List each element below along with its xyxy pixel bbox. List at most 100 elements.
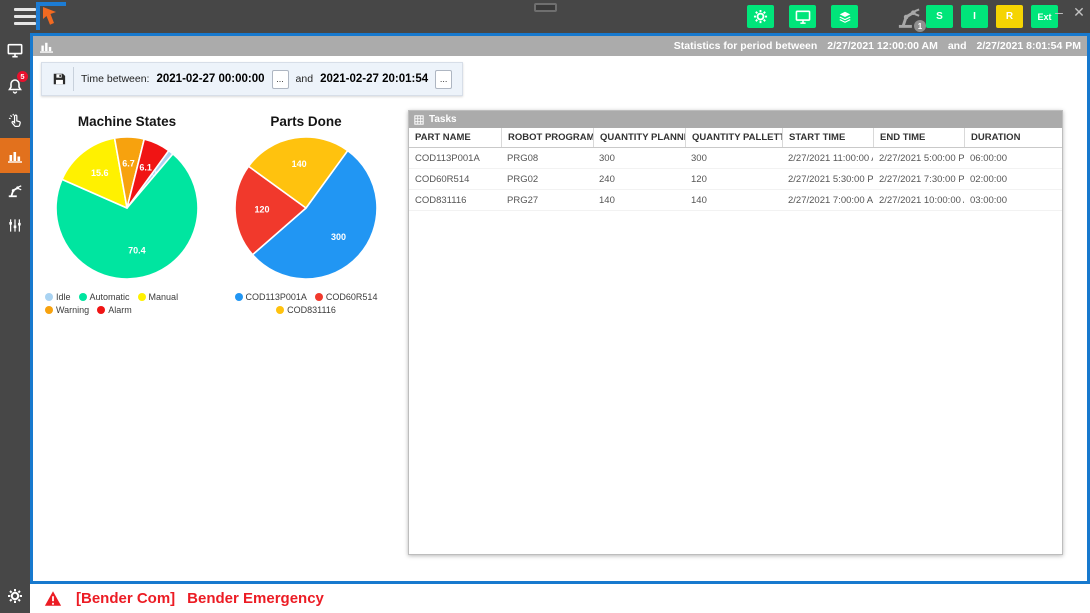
legend-dot bbox=[315, 293, 323, 301]
table-row[interactable]: COD60R514PRG022401202/27/2021 5:30:00 PM… bbox=[409, 169, 1062, 190]
legend-item-COD831116: COD831116 bbox=[276, 305, 336, 315]
sidebar-item-manual-control[interactable] bbox=[0, 103, 30, 138]
table-row[interactable]: COD113P001APRG083003002/27/2021 11:00:00… bbox=[409, 148, 1062, 169]
table-cell: 300 bbox=[593, 148, 685, 168]
sidebar-item-monitor[interactable] bbox=[0, 33, 30, 68]
robot-arm-icon bbox=[7, 183, 23, 198]
minimize-button[interactable]: – bbox=[1050, 2, 1068, 22]
column-header[interactable]: DURATION bbox=[964, 128, 1062, 147]
bar-chart-icon bbox=[39, 40, 54, 53]
legend-label: COD113P001A bbox=[246, 292, 307, 302]
column-header[interactable]: PART NAME bbox=[409, 128, 501, 147]
machine-states-chart: Machine States 1.270.415.66.76.1 IdleAut… bbox=[39, 114, 215, 315]
legend-dot bbox=[235, 293, 243, 301]
table-cell: 300 bbox=[685, 148, 782, 168]
pie-slice-label: 70.4 bbox=[128, 245, 146, 255]
menu-icon[interactable] bbox=[14, 8, 36, 25]
touch-icon bbox=[8, 113, 23, 128]
column-header[interactable]: QUANTITY PALLETTIZED bbox=[685, 128, 782, 147]
column-header[interactable]: START TIME bbox=[782, 128, 873, 147]
table-cell: COD60R514 bbox=[409, 169, 501, 189]
legend-dot bbox=[97, 306, 105, 314]
mode-i-button[interactable]: I bbox=[961, 5, 988, 28]
end-time-field[interactable]: 2021-02-27 20:01:54 bbox=[320, 73, 428, 85]
parts-done-chart: Parts Done 300120140 COD113P001ACOD60R51… bbox=[215, 114, 397, 315]
legend-dot bbox=[45, 293, 53, 301]
start-time-field[interactable]: 2021-02-27 00:00:00 bbox=[156, 73, 264, 85]
settings-button[interactable] bbox=[747, 5, 774, 28]
legend-item-Manual: Manual bbox=[138, 292, 179, 302]
bar-chart-icon bbox=[7, 149, 23, 163]
sidebar-item-alerts[interactable]: 5 bbox=[0, 68, 30, 103]
data-button[interactable] bbox=[831, 5, 858, 28]
table-cell: 240 bbox=[593, 169, 685, 189]
sidebar-settings-button[interactable] bbox=[0, 584, 30, 608]
time-between-label: Time between: bbox=[81, 73, 149, 85]
machine-states-legend: IdleAutomaticManualWarningAlarm bbox=[39, 292, 215, 315]
table-cell: 2/27/2021 5:00:00 PM bbox=[873, 148, 964, 168]
alarm-source: [Bender Com] bbox=[76, 590, 175, 607]
warning-triangle-icon bbox=[44, 590, 62, 607]
table-cell: 2/27/2021 7:30:00 PM bbox=[873, 169, 964, 189]
tasks-panel-header: Tasks bbox=[409, 111, 1062, 128]
parts-done-pie: 300120140 bbox=[231, 133, 381, 288]
table-cell: COD831116 bbox=[409, 190, 501, 210]
legend-dot bbox=[138, 293, 146, 301]
table-cell: 2/27/2021 10:00:00 AM bbox=[873, 190, 964, 210]
sidebar-item-parameters[interactable] bbox=[0, 208, 30, 243]
table-cell: PRG08 bbox=[501, 148, 593, 168]
chart-title: Parts Done bbox=[270, 114, 341, 129]
sidebar-item-statistics[interactable] bbox=[0, 138, 30, 173]
table-cell: 120 bbox=[685, 169, 782, 189]
tasks-table-body: COD113P001APRG083003002/27/2021 11:00:00… bbox=[409, 148, 1062, 211]
column-header[interactable]: END TIME bbox=[873, 128, 964, 147]
time-range-toolbar: Time between: 2021-02-27 00:00:00 ... an… bbox=[41, 62, 463, 96]
legend-label: Warning bbox=[56, 305, 89, 315]
monitor-icon bbox=[7, 43, 23, 58]
close-button[interactable]: ✕ bbox=[1070, 2, 1088, 22]
sidebar-item-robot[interactable] bbox=[0, 173, 30, 208]
table-row[interactable]: COD831116PRG271401402/27/2021 7:00:00 AM… bbox=[409, 190, 1062, 211]
legend-label: COD831116 bbox=[287, 305, 336, 315]
title-bar: 1 S I R Ext – ✕ bbox=[0, 0, 1090, 33]
app-logo-icon bbox=[36, 2, 66, 35]
end-time-picker-button[interactable]: ... bbox=[435, 70, 452, 89]
pie-slice-label: 6.7 bbox=[122, 158, 135, 168]
table-cell: 2/27/2021 7:00:00 AM bbox=[782, 190, 873, 210]
gear-icon bbox=[7, 588, 23, 604]
tasks-panel: Tasks PART NAMEROBOT PROGRAMQUANTITY PLA… bbox=[408, 110, 1063, 555]
table-cell: 03:00:00 bbox=[964, 190, 1062, 210]
start-time-picker-button[interactable]: ... bbox=[272, 70, 289, 89]
tasks-table-header-row: PART NAMEROBOT PROGRAMQUANTITY PLANNEDQU… bbox=[409, 128, 1062, 148]
column-header[interactable]: ROBOT PROGRAM bbox=[501, 128, 593, 147]
table-cell: PRG27 bbox=[501, 190, 593, 210]
sliders-icon bbox=[8, 218, 22, 233]
table-cell: 140 bbox=[685, 190, 782, 210]
table-cell: 02:00:00 bbox=[964, 169, 1062, 189]
table-cell: PRG02 bbox=[501, 169, 593, 189]
legend-label: Idle bbox=[56, 292, 71, 302]
alarm-message: Bender Emergency bbox=[187, 590, 324, 607]
save-icon[interactable] bbox=[52, 72, 66, 86]
legend-label: Manual bbox=[149, 292, 179, 302]
chart-title: Machine States bbox=[78, 114, 176, 129]
mode-s-button[interactable]: S bbox=[926, 5, 953, 28]
display-button[interactable] bbox=[789, 5, 816, 28]
pie-slice-label: 300 bbox=[331, 232, 346, 242]
legend-label: COD60R514 bbox=[326, 292, 378, 302]
statistics-page: Statistics for period between 2/27/2021 … bbox=[30, 33, 1090, 584]
table-cell: 2/27/2021 5:30:00 PM bbox=[782, 169, 873, 189]
robot-status-icon[interactable]: 1 bbox=[896, 4, 922, 30]
legend-item-COD113P001A: COD113P001A bbox=[235, 292, 307, 302]
window-drag-handle[interactable] bbox=[534, 3, 557, 12]
robot-count-badge: 1 bbox=[914, 20, 926, 32]
legend-item-COD60R514: COD60R514 bbox=[315, 292, 378, 302]
stats-period-start: 2/27/2021 12:00:00 AM bbox=[827, 40, 938, 52]
stats-period-end: 2/27/2021 8:01:54 PM bbox=[977, 40, 1082, 52]
parts-done-legend: COD113P001A COD60R514 COD831116 bbox=[215, 292, 397, 315]
mode-r-button[interactable]: R bbox=[996, 5, 1023, 28]
pie-slice-label: 120 bbox=[254, 204, 269, 214]
and-label: and bbox=[296, 73, 314, 85]
table-icon bbox=[414, 115, 424, 125]
column-header[interactable]: QUANTITY PLANNED bbox=[593, 128, 685, 147]
